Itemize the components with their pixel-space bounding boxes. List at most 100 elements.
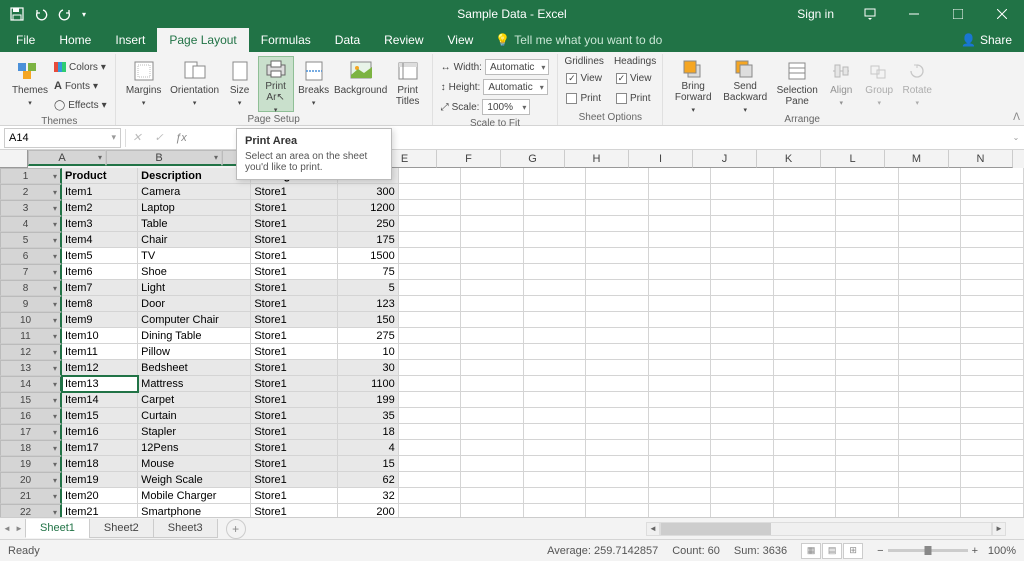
cell[interactable] (399, 248, 462, 264)
cell[interactable]: Store1 (251, 200, 338, 216)
cell[interactable] (461, 184, 524, 200)
cell[interactable] (899, 424, 962, 440)
cell[interactable]: Item14 (62, 392, 138, 408)
rotate-button[interactable]: Rotate▾ (899, 56, 935, 112)
row-header[interactable]: 5 (0, 232, 62, 248)
cell[interactable] (961, 344, 1024, 360)
row-header[interactable]: 18 (0, 440, 62, 456)
cell[interactable] (899, 312, 962, 328)
cell[interactable] (961, 408, 1024, 424)
cell[interactable] (524, 264, 587, 280)
cell[interactable]: 35 (338, 408, 399, 424)
cell[interactable] (524, 200, 587, 216)
cell[interactable] (524, 376, 587, 392)
headings-view-checkbox[interactable]: ✓View (614, 69, 656, 87)
maximize-button[interactable] (936, 0, 980, 28)
cell[interactable] (461, 232, 524, 248)
column-header-F[interactable]: F (437, 150, 501, 168)
cell[interactable]: TV (138, 248, 251, 264)
cell[interactable]: Store1 (251, 360, 338, 376)
cell[interactable] (586, 312, 649, 328)
cell[interactable] (711, 408, 774, 424)
selection-pane-button[interactable]: SelectionPane (773, 56, 821, 112)
cell[interactable] (649, 296, 712, 312)
cell[interactable] (961, 472, 1024, 488)
cell[interactable] (836, 216, 899, 232)
column-header-B[interactable]: B (106, 150, 222, 166)
cell[interactable] (899, 216, 962, 232)
cell[interactable] (399, 456, 462, 472)
cell[interactable] (649, 440, 712, 456)
redo-button[interactable] (54, 3, 76, 25)
cell[interactable]: Item3 (62, 216, 138, 232)
cell[interactable] (961, 248, 1024, 264)
cell[interactable] (399, 200, 462, 216)
cell[interactable]: 199 (338, 392, 399, 408)
cell[interactable] (774, 184, 837, 200)
cell[interactable] (711, 168, 774, 184)
cell[interactable]: Item20 (62, 488, 138, 504)
cell[interactable] (649, 200, 712, 216)
cell[interactable] (649, 312, 712, 328)
cell[interactable] (399, 440, 462, 456)
column-header-H[interactable]: H (565, 150, 629, 168)
cell[interactable] (399, 328, 462, 344)
cell[interactable]: Store1 (251, 344, 338, 360)
cell[interactable] (649, 392, 712, 408)
cell[interactable]: Weigh Scale (138, 472, 251, 488)
size-button[interactable]: Size▾ (224, 56, 256, 112)
cell[interactable] (586, 216, 649, 232)
cell[interactable] (461, 504, 524, 517)
cell[interactable]: Item19 (62, 472, 138, 488)
gridlines-view-checkbox[interactable]: ✓View (564, 69, 604, 87)
cell[interactable]: Store1 (251, 232, 338, 248)
cell[interactable] (961, 280, 1024, 296)
cell[interactable] (399, 392, 462, 408)
cell[interactable] (774, 424, 837, 440)
cell[interactable] (961, 200, 1024, 216)
cell[interactable] (399, 312, 462, 328)
cell[interactable] (461, 344, 524, 360)
row-header[interactable]: 1 (0, 168, 62, 184)
cell[interactable]: 250 (338, 216, 399, 232)
row-header[interactable]: 19 (0, 456, 62, 472)
cell[interactable] (961, 168, 1024, 184)
cell[interactable]: Store1 (251, 280, 338, 296)
cell[interactable] (836, 488, 899, 504)
cell[interactable]: Store1 (251, 296, 338, 312)
cell[interactable] (649, 216, 712, 232)
column-header-N[interactable]: N (949, 150, 1013, 168)
cell[interactable]: Store1 (251, 248, 338, 264)
cell[interactable] (961, 232, 1024, 248)
cell[interactable]: Light (138, 280, 251, 296)
cell[interactable] (524, 168, 587, 184)
align-button[interactable]: Align▾ (823, 56, 859, 112)
cell[interactable] (961, 328, 1024, 344)
cell[interactable]: Store1 (251, 264, 338, 280)
cell[interactable]: Curtain (138, 408, 251, 424)
cell[interactable] (961, 424, 1024, 440)
cell[interactable] (711, 456, 774, 472)
cell[interactable] (461, 392, 524, 408)
cell[interactable]: Laptop (138, 200, 251, 216)
breaks-button[interactable]: Breaks▾ (296, 56, 332, 112)
cell[interactable] (524, 424, 587, 440)
cell[interactable]: Bedsheet (138, 360, 251, 376)
cell[interactable] (899, 248, 962, 264)
cell[interactable] (899, 280, 962, 296)
cell[interactable]: Item21 (62, 504, 138, 517)
cell[interactable]: Item13 (62, 376, 138, 392)
add-sheet-button[interactable]: + (226, 519, 246, 539)
cell[interactable] (774, 328, 837, 344)
cell[interactable]: Store1 (251, 376, 338, 392)
cell[interactable] (711, 344, 774, 360)
cell[interactable]: Item5 (62, 248, 138, 264)
cell[interactable] (899, 184, 962, 200)
cell[interactable]: Item16 (62, 424, 138, 440)
cell[interactable] (961, 440, 1024, 456)
cell[interactable] (649, 488, 712, 504)
tab-insert[interactable]: Insert (103, 28, 157, 52)
cell[interactable] (586, 360, 649, 376)
cell[interactable] (399, 504, 462, 517)
cell[interactable] (399, 344, 462, 360)
